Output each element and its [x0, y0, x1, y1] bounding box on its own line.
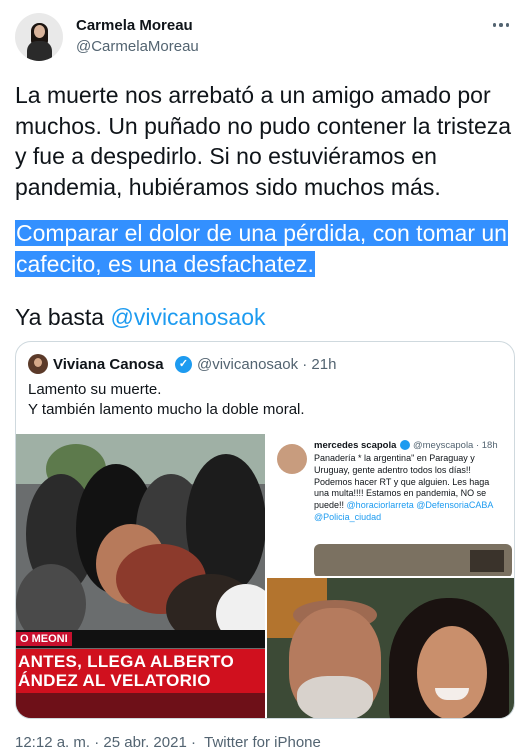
quoted-author-name[interactable]: Viviana Canosa [53, 356, 164, 373]
more-options-icon[interactable] [489, 15, 513, 35]
quoted-tweet-text: Lamento su muerte. Y también lamento muc… [28, 380, 305, 420]
avatar-body [27, 41, 52, 61]
tweet-header: Carmela Moreau @CarmelaMoreau [15, 13, 515, 63]
quoted-media-grid: O MEONI ANTES, LLEGA ALBERTO ÁNDEZ AL VE… [16, 434, 514, 718]
tweet-timestamp[interactable]: 12:12 a. m. · 25 abr. 2021 · [15, 734, 200, 749]
screenshot-line: puede!! [314, 500, 345, 511]
author-avatar[interactable] [15, 13, 63, 61]
screenshot-name: mercedes scapola [314, 440, 397, 451]
tweet-paragraph-2: Comparar el dolor de una pérdida, con to… [15, 218, 529, 279]
screenshot-line-with-mentions: puede!! @horaciorlarreta @DefensoriaCABA [314, 500, 512, 512]
screenshot-text: Panadería * la argentina" en Paraguay y … [314, 453, 512, 524]
screenshot-line: Podemos hacer RT y que alguien. Les haga [314, 476, 490, 487]
quoted-author-handle-time: @vivicanosaok · 21h [197, 356, 337, 373]
tweet-paragraph-1: La muerte nos arrebató a un amigo amado … [15, 82, 512, 200]
screenshot-mention: @horaciorlarreta [346, 500, 414, 511]
quoted-line-2: Y también lamento mucho la doble moral. [28, 401, 305, 418]
avatar-face [34, 25, 45, 38]
news-broadcast-photo[interactable]: O MEONI ANTES, LLEGA ALBERTO ÁNDEZ AL VE… [16, 434, 265, 718]
screenshot-mention: @Policia_ciudad [314, 511, 382, 522]
news-chyron: ANTES, LLEGA ALBERTO ÁNDEZ AL VELATORIO [16, 649, 265, 693]
screenshot-verified-icon [400, 440, 410, 450]
selected-text-highlight: Comparar el dolor de una pérdida, con to… [15, 220, 508, 277]
quoted-tweet-card[interactable]: Viviana Canosa ✓ @vivicanosaok · 21h Lam… [15, 341, 515, 719]
screenshot-mention: @DefensoriaCABA [416, 500, 494, 511]
news-tag: O MEONI [16, 632, 72, 646]
tweet-paragraph-3: Ya basta @vivicanosaok [15, 302, 266, 333]
quoted-author-avatar[interactable] [28, 354, 48, 374]
screenshot-embedded-photo [314, 544, 512, 576]
man-beard [297, 676, 373, 718]
chyron-base [16, 693, 265, 718]
tweet-source[interactable]: Twitter for iPhone [204, 734, 321, 749]
screenshot-line: Uruguay, gente adentro todos los días!! [314, 464, 471, 475]
author-handle[interactable]: @CarmelaMoreau [76, 38, 199, 55]
chyron-line-1: ANTES, LLEGA ALBERTO [18, 652, 234, 671]
mention-link[interactable]: @vivicanosaok [110, 304, 265, 330]
tweet-screenshot-image[interactable]: mercedes scapola @meyscapola · 18h Panad… [267, 434, 514, 576]
chyron-line-2: ÁNDEZ AL VELATORIO [18, 671, 211, 690]
screenshot-line: una multa!!!! Estamos en pandemia, NO se [314, 488, 487, 499]
woman-face [417, 626, 487, 718]
quoted-line-1: Lamento su muerte. [28, 381, 162, 398]
tweet-metadata: 12:12 a. m. · 25 abr. 2021 · Twitter for… [15, 734, 325, 749]
quoted-tweet-header: Viviana Canosa ✓ @vivicanosaok · 21h [28, 354, 498, 376]
author-display-name[interactable]: Carmela Moreau [76, 17, 193, 34]
screenshot-handle: @meyscapola · 18h [413, 440, 498, 451]
tweet-body: La muerte nos arrebató a un amigo amado … [15, 80, 520, 202]
screenshot-avatar [277, 444, 307, 474]
verified-badge-icon: ✓ [175, 356, 192, 373]
couple-photo[interactable] [267, 578, 514, 718]
screenshot-line: Panadería * la argentina" en Paraguay y [314, 453, 475, 463]
tweet-paragraph-3-text: Ya basta [15, 304, 111, 330]
